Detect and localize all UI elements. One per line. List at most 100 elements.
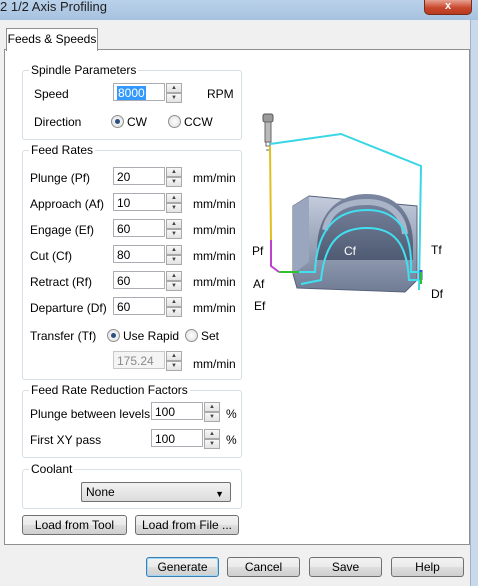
cw-radio[interactable]: [111, 115, 124, 128]
cf-label: Cf: [344, 244, 357, 258]
tab-feeds-speeds[interactable]: Feeds & Speeds: [6, 28, 98, 51]
window-title: 2 1/2 Axis Profiling: [0, 0, 107, 14]
approach-label: Approach (Af): [30, 197, 105, 211]
up-arrow-icon[interactable]: ▲: [166, 219, 182, 229]
load-from-tool-button[interactable]: Load from Tool: [22, 515, 127, 535]
plunge-levels-unit: %: [226, 407, 237, 421]
df-label: Df: [431, 287, 444, 301]
speed-down-arrow-icon[interactable]: ▼: [166, 93, 182, 103]
plunge-levels-input[interactable]: 100: [151, 402, 203, 420]
spindle-group-label: Spindle Parameters: [29, 63, 139, 77]
engage-spinner[interactable]: 60 ▲ ▼: [113, 219, 183, 239]
speed-label: Speed: [34, 87, 69, 101]
down-arrow-icon[interactable]: ▼: [204, 412, 220, 422]
cut-input[interactable]: 80: [113, 245, 165, 263]
pf-label: Pf: [252, 244, 264, 258]
down-arrow-icon[interactable]: ▼: [166, 281, 182, 291]
cut-unit: mm/min: [193, 249, 236, 263]
save-button[interactable]: Save: [309, 557, 382, 577]
up-arrow-icon[interactable]: ▲: [204, 429, 220, 439]
engage-unit: mm/min: [193, 223, 236, 237]
spindle-parameters-group: Spindle Parameters Speed 8000 ▲ ▼ RPM Di…: [22, 63, 242, 140]
cw-label: CW: [127, 115, 147, 129]
speed-input[interactable]: 8000: [113, 83, 165, 101]
approach-input[interactable]: 10: [113, 193, 165, 211]
up-arrow-icon[interactable]: ▲: [166, 297, 182, 307]
coolant-select[interactable]: None ▼: [81, 482, 231, 502]
retract-unit: mm/min: [193, 275, 236, 289]
cut-spinner[interactable]: 80 ▲ ▼: [113, 245, 183, 265]
coolant-value: None: [86, 485, 115, 499]
ef-label: Ef: [254, 299, 266, 310]
load-from-file-button[interactable]: Load from File ...: [135, 515, 239, 535]
speed-up-arrow-icon[interactable]: ▲: [166, 83, 182, 93]
up-arrow-icon[interactable]: ▲: [166, 193, 182, 203]
down-arrow-icon[interactable]: ▼: [204, 439, 220, 449]
window-frame-right: [470, 20, 478, 586]
transfer-label: Transfer (Tf): [30, 329, 97, 343]
transfer-spinner: 175.24 ▲ ▼: [113, 351, 183, 371]
up-arrow-icon[interactable]: ▲: [166, 167, 182, 177]
first-xy-label: First XY pass: [30, 433, 102, 447]
retract-label: Retract (Rf): [30, 275, 93, 289]
up-arrow-icon[interactable]: ▲: [166, 245, 182, 255]
down-arrow-icon[interactable]: ▼: [166, 229, 182, 239]
title-bar: 2 1/2 Axis Profiling x: [0, 0, 478, 20]
tf-label: Tf: [431, 243, 442, 257]
plunge-unit: mm/min: [193, 171, 236, 185]
reduction-factors-group: Feed Rate Reduction Factors Plunge betwe…: [22, 383, 242, 458]
speed-unit: RPM: [207, 87, 234, 101]
set-label: Set: [201, 329, 220, 343]
departure-spinner[interactable]: 60 ▲ ▼: [113, 297, 183, 317]
engage-input[interactable]: 60: [113, 219, 165, 237]
down-arrow-icon[interactable]: ▼: [166, 203, 182, 213]
first-xy-input[interactable]: 100: [151, 429, 203, 447]
approach-path: [270, 240, 280, 273]
ccw-label: CCW: [184, 115, 213, 129]
plunge-levels-spinner[interactable]: 100 ▲ ▼: [151, 402, 221, 422]
first-xy-unit: %: [226, 433, 237, 447]
up-arrow-icon: ▲: [166, 351, 182, 361]
tab-pane: Spindle Parameters Speed 8000 ▲ ▼ RPM Di…: [4, 49, 470, 545]
cancel-button[interactable]: Cancel: [227, 557, 300, 577]
speed-spinner[interactable]: 8000 ▲ ▼: [113, 83, 183, 103]
chevron-down-icon: ▼: [215, 489, 224, 499]
departure-input[interactable]: 60: [113, 297, 165, 315]
ccw-radio[interactable]: [168, 115, 181, 128]
cut-label: Cut (Cf): [30, 249, 72, 263]
engage-label: Engage (Ef): [30, 223, 95, 237]
departure-label: Departure (Df): [30, 301, 107, 315]
plunge-levels-label: Plunge between levels: [30, 407, 151, 421]
first-xy-spinner[interactable]: 100 ▲ ▼: [151, 429, 221, 449]
coolant-group-label: Coolant: [29, 462, 75, 476]
plunge-spinner[interactable]: 20 ▲ ▼: [113, 167, 183, 187]
use-rapid-label: Use Rapid: [123, 329, 180, 343]
plunge-label: Plunge (Pf): [30, 171, 91, 185]
down-arrow-icon: ▼: [166, 361, 182, 371]
af-label: Af: [253, 277, 265, 291]
down-arrow-icon[interactable]: ▼: [166, 177, 182, 187]
use-rapid-radio[interactable]: [107, 329, 120, 342]
approach-unit: mm/min: [193, 197, 236, 211]
feed-rates-group: Feed Rates Plunge (Pf) 20 ▲ ▼ mm/min Appr…: [22, 143, 242, 380]
plunge-path: [269, 145, 272, 241]
up-arrow-icon[interactable]: ▲: [204, 402, 220, 412]
retract-spinner[interactable]: 60 ▲ ▼: [113, 271, 183, 291]
approach-spinner[interactable]: 10 ▲ ▼: [113, 193, 183, 213]
set-radio[interactable]: [185, 329, 198, 342]
toolpath-diagram: Pf Af Ef Cf Tf Df Rf: [252, 113, 444, 310]
departure-unit: mm/min: [193, 301, 236, 315]
close-button[interactable]: x: [424, 0, 472, 15]
coolant-group: Coolant None ▼: [22, 462, 242, 509]
generate-button[interactable]: Generate: [146, 557, 219, 577]
down-arrow-icon[interactable]: ▼: [166, 307, 182, 317]
feed-rates-group-label: Feed Rates: [29, 143, 96, 157]
retract-input[interactable]: 60: [113, 271, 165, 289]
direction-label: Direction: [34, 115, 82, 129]
transfer-input: 175.24: [113, 351, 165, 369]
up-arrow-icon[interactable]: ▲: [166, 271, 182, 281]
help-button[interactable]: Help: [391, 557, 464, 577]
plunge-input[interactable]: 20: [113, 167, 165, 185]
tab-label: Feeds & Speeds: [7, 32, 97, 46]
down-arrow-icon[interactable]: ▼: [166, 255, 182, 265]
